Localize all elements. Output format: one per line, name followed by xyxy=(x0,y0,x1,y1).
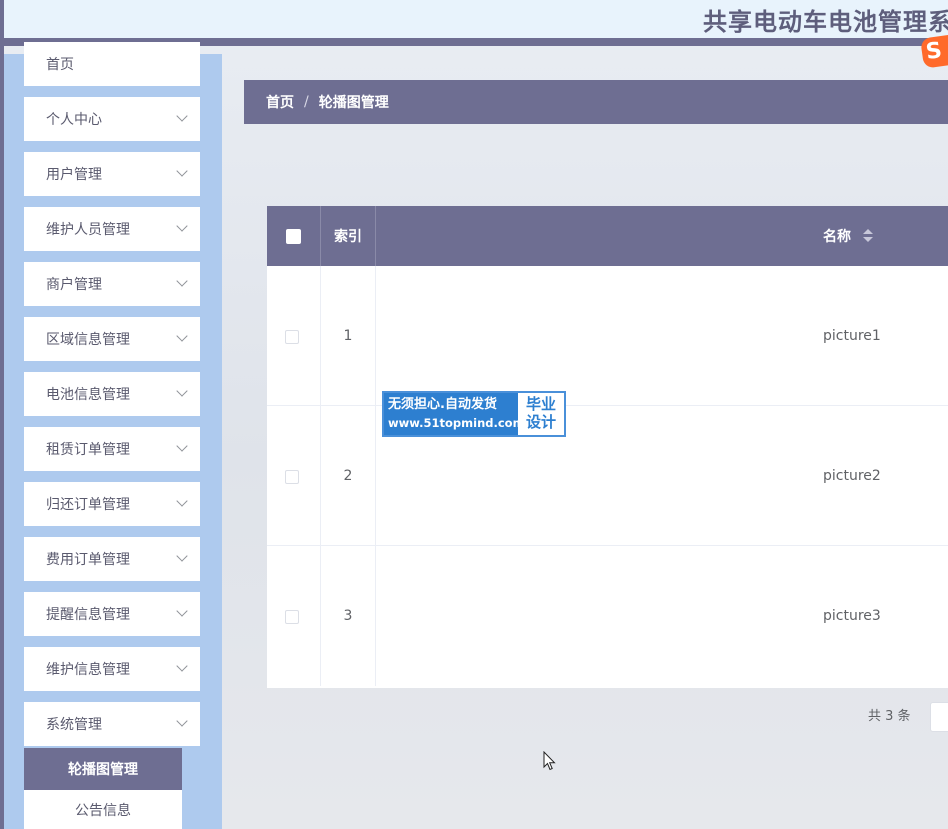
sidebar-item-home[interactable]: 首页 xyxy=(24,42,200,86)
table-row: 3 picture3 xyxy=(267,546,948,686)
sidebar-item-label: 商户管理 xyxy=(46,277,102,293)
sidebar-item-merchants[interactable]: 商户管理 xyxy=(24,262,200,306)
sidebar-item-label: 个人中心 xyxy=(46,112,102,128)
breadcrumb-home[interactable]: 首页 xyxy=(266,92,294,112)
chevron-down-icon xyxy=(176,385,188,397)
row-checkbox[interactable] xyxy=(285,470,299,484)
row-index: 3 xyxy=(321,546,376,686)
sidebar-item-label: 首页 xyxy=(46,57,74,73)
sidebar-item-rental-orders[interactable]: 租赁订单管理 xyxy=(24,427,200,471)
logo-icon: S xyxy=(920,33,948,69)
chevron-down-icon xyxy=(176,605,188,617)
chevron-down-icon xyxy=(176,440,188,452)
sort-icon[interactable] xyxy=(863,229,873,243)
breadcrumb-current: 轮播图管理 xyxy=(318,95,389,111)
column-header-index: 索引 xyxy=(321,206,376,266)
table-row: 1 picture1 xyxy=(267,266,948,406)
row-checkbox[interactable] xyxy=(285,330,299,344)
breadcrumb-separator: / xyxy=(304,94,309,110)
row-name: picture1 xyxy=(823,328,881,344)
sidebar-item-maintainers[interactable]: 维护人员管理 xyxy=(24,207,200,251)
chevron-down-icon xyxy=(176,495,188,507)
row-name: picture2 xyxy=(823,468,881,484)
sidebar: 首页 个人中心 用户管理 维护人员管理 商户管理 区域信息管理 电池信息管理 租… xyxy=(4,42,222,829)
chevron-down-icon xyxy=(176,330,188,342)
chevron-down-icon xyxy=(176,110,188,122)
row-checkbox[interactable] xyxy=(285,610,299,624)
sidebar-item-maintenance[interactable]: 维护信息管理 xyxy=(24,647,200,691)
top-header: 共享电动车电池管理系统 S xyxy=(4,0,948,69)
system-title: 共享电动车电池管理系统 xyxy=(703,8,948,36)
select-all-checkbox[interactable] xyxy=(286,229,301,244)
submenu-item-carousel[interactable]: 轮播图管理 xyxy=(24,748,182,790)
row-index: 1 xyxy=(321,266,376,406)
sidebar-item-label: 提醒信息管理 xyxy=(46,607,130,623)
sidebar-item-fee-orders[interactable]: 费用订单管理 xyxy=(24,537,200,581)
carousel-table: 索引 名称 1 picture1 2 picture2 3 picture3 xyxy=(267,206,948,688)
pagination-total: 共 3 条 xyxy=(868,709,911,724)
sidebar-item-label: 系统管理 xyxy=(46,717,102,733)
watermark-right-bottom: 设计 xyxy=(526,413,557,431)
chevron-down-icon xyxy=(176,660,188,672)
sidebar-item-label: 维护信息管理 xyxy=(46,662,130,678)
watermark-line2: www.51topmind.com xyxy=(388,416,525,430)
table-row: 2 picture2 xyxy=(267,406,948,546)
sidebar-item-label: 租赁订单管理 xyxy=(46,442,130,458)
sidebar-item-label: 用户管理 xyxy=(46,167,102,183)
sidebar-item-label: 费用订单管理 xyxy=(46,552,130,568)
table-header: 索引 名称 xyxy=(267,206,948,266)
watermark-badge: 无须担心.自动发货 www.51topmind.com 毕业 设计 xyxy=(382,391,566,437)
submenu-item-announcements[interactable]: 公告信息 xyxy=(24,790,182,829)
sidebar-item-label: 归还订单管理 xyxy=(46,497,130,513)
watermark-right-top: 毕业 xyxy=(526,395,557,413)
sidebar-item-users[interactable]: 用户管理 xyxy=(24,152,200,196)
watermark-line1: 无须担心.自动发货 xyxy=(388,397,497,412)
breadcrumb: 首页 / 轮播图管理 xyxy=(244,80,948,124)
sidebar-item-batteries[interactable]: 电池信息管理 xyxy=(24,372,200,416)
sidebar-item-regions[interactable]: 区域信息管理 xyxy=(24,317,200,361)
chevron-down-icon xyxy=(176,165,188,177)
row-name: picture3 xyxy=(823,608,881,624)
page-size-select[interactable] xyxy=(930,702,948,732)
chevron-down-icon xyxy=(176,715,188,727)
column-header-name[interactable]: 名称 xyxy=(823,226,851,246)
chevron-down-icon xyxy=(176,550,188,562)
sidebar-item-label: 维护人员管理 xyxy=(46,222,130,238)
row-index: 2 xyxy=(321,406,376,546)
sidebar-item-system[interactable]: 系统管理 xyxy=(24,702,200,746)
sidebar-item-label: 区域信息管理 xyxy=(46,332,130,348)
chevron-down-icon xyxy=(176,275,188,287)
mouse-cursor-icon xyxy=(543,751,556,771)
sidebar-item-label: 电池信息管理 xyxy=(46,387,130,403)
chevron-down-icon xyxy=(176,220,188,232)
sidebar-item-profile[interactable]: 个人中心 xyxy=(24,97,200,141)
header-check-cell xyxy=(267,206,321,266)
sidebar-item-return-orders[interactable]: 归还订单管理 xyxy=(24,482,200,526)
sidebar-item-reminders[interactable]: 提醒信息管理 xyxy=(24,592,200,636)
